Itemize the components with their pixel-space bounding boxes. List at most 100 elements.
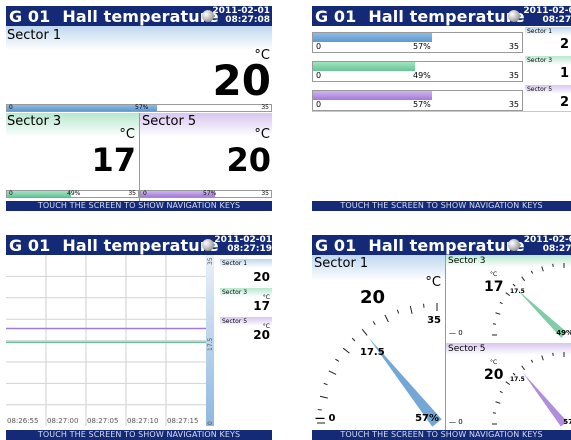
gauge-sector-3[interactable]: Sector 3 °C 17 17.5 — 0 49% bbox=[446, 255, 571, 341]
group-name: Hall temperature bbox=[368, 7, 525, 26]
status-orb-icon bbox=[508, 239, 520, 251]
datetime: 2011-02-01 08:27:19 bbox=[214, 236, 272, 254]
trend-chart[interactable]: 08:26:55 08:27:00 08:27:05 08:27:10 08:27:15 bbox=[6, 255, 220, 427]
gauge-tick bbox=[541, 266, 544, 272]
time-text: 08:27:08 bbox=[225, 15, 270, 25]
divider bbox=[312, 111, 571, 112]
sector-label: Sector 1 bbox=[222, 260, 248, 267]
bar-min: 0 bbox=[316, 100, 322, 109]
bar-max: 35 bbox=[261, 190, 269, 197]
bar-percent: 49% bbox=[413, 71, 431, 80]
level-bar-fill bbox=[313, 62, 416, 71]
bar-max: 35 bbox=[508, 71, 519, 80]
gauge-tick bbox=[530, 270, 534, 274]
bar-max: 35 bbox=[508, 100, 519, 109]
unit-label: °C bbox=[490, 359, 498, 366]
sector-mini-card[interactable]: Sector 3 1 bbox=[525, 56, 571, 82]
gauge-tick bbox=[541, 355, 544, 361]
group-id: G 01 bbox=[315, 7, 357, 26]
gauge-screen[interactable]: G 01 Hall temperature 2011-02-0 08:27: Se… bbox=[312, 235, 571, 440]
sector-mini-card[interactable]: Sector 1 2 bbox=[525, 27, 571, 53]
gauge-tick bbox=[351, 337, 356, 342]
sector-tile-1[interactable]: Sector 1 °C 20 bbox=[6, 26, 272, 112]
time-axis-label: 08:27:10 bbox=[127, 417, 158, 425]
time-text: 08:27:19 bbox=[227, 244, 272, 254]
group-title: G 01 Hall temperature bbox=[315, 236, 525, 255]
sector-row[interactable]: 0 49% 35 bbox=[312, 61, 523, 82]
sector-row[interactable]: 0 57% 35 bbox=[312, 32, 523, 53]
unit-label: °C bbox=[425, 275, 441, 290]
touch-hint-footer[interactable]: TOUCH THE SCREEN TO SHOW NAVIGATION KEYS bbox=[312, 430, 571, 440]
bar-max: 35 bbox=[261, 104, 269, 111]
unit-label: °C bbox=[119, 127, 135, 142]
gauge-min-label: — 0 bbox=[449, 418, 463, 426]
temperature-value: 17 bbox=[91, 141, 136, 179]
datetime: 2011-02-01 08:27:08 bbox=[212, 7, 270, 25]
gauge-percent: 57 bbox=[563, 418, 571, 426]
touch-hint-footer[interactable]: TOUCH THE SCREEN TO SHOW NAVIGATION KEYS bbox=[6, 430, 272, 440]
group-name: Hall temperature bbox=[62, 7, 219, 26]
gauge-min-label: — 0 bbox=[315, 413, 336, 424]
header-bar: G 01 Hall temperature 2011-02-0 08:27: bbox=[312, 235, 571, 255]
gauge-tick bbox=[361, 328, 368, 336]
unit-label: °C bbox=[254, 127, 270, 142]
sector-label: Sector 3 bbox=[7, 114, 62, 129]
gauge-mid-label: 17.5 bbox=[360, 347, 385, 358]
gauge-sector-1[interactable]: Sector 1 °C 20 35 17.5 — 0 57% bbox=[312, 255, 445, 430]
sector-label: Sector 5 bbox=[222, 318, 248, 325]
bar-percent: 49% bbox=[67, 190, 81, 197]
gauge-mid-label: 17.5 bbox=[510, 288, 525, 295]
gauge-tick bbox=[521, 276, 526, 282]
gauge-tick bbox=[495, 312, 501, 315]
sector-label: Sector 5 bbox=[142, 114, 197, 129]
sector-row[interactable]: 0 57% 35 bbox=[312, 90, 523, 111]
time-axis-label: 08:27:00 bbox=[47, 417, 78, 425]
status-orb-icon bbox=[508, 10, 520, 22]
sector-mini-card[interactable]: Sector 5 2 bbox=[525, 85, 571, 111]
temperature-value: 20 bbox=[212, 56, 271, 105]
gauge-mid-label: 17.5 bbox=[510, 376, 525, 383]
bar-percent: 57% bbox=[413, 100, 431, 109]
group-name: Hall temperature bbox=[62, 236, 219, 255]
level-bar: 0 57% 35 bbox=[140, 190, 272, 198]
temperature-value: 17 bbox=[253, 299, 270, 313]
gauge-min-value: 0 bbox=[458, 418, 463, 426]
bar-list-screen[interactable]: G 01Hall temperature 2011-02-01 08:27:1 … bbox=[312, 6, 571, 211]
temperature-value: 20 bbox=[253, 328, 270, 342]
gauge-tick bbox=[323, 382, 328, 386]
level-bar-fill bbox=[313, 91, 433, 100]
time-axis-label: 08:27:15 bbox=[167, 417, 198, 425]
bar-min: 0 bbox=[143, 190, 147, 197]
group-title: G 01 Hall temperature bbox=[9, 7, 219, 26]
gauge-percent: 57% bbox=[415, 413, 439, 424]
group-title: G 01 Hall temperature bbox=[9, 236, 219, 255]
sector-label: Sector 5 bbox=[527, 86, 553, 93]
tile-view-screen[interactable]: G 01 Hall temperature 2011-02-01 08:27:08… bbox=[6, 6, 272, 211]
sector-side-card[interactable]: Sector 3 °C 17 bbox=[220, 288, 272, 318]
touch-hint-footer[interactable]: TOUCH THE SCREEN TO SHOW NAVIGATION KEYS bbox=[312, 201, 571, 211]
level-bar-fill bbox=[7, 191, 72, 197]
bar-min: 0 bbox=[9, 104, 13, 111]
touch-hint-footer[interactable]: TOUCH THE SCREEN TO SHOW NAVIGATION KEYS bbox=[6, 201, 272, 211]
trend-screen[interactable]: G 01 Hall temperature 2011-02-01 08:27:19… bbox=[6, 235, 272, 440]
gauge-max-label: 35 bbox=[427, 315, 441, 326]
gauge-tick bbox=[512, 283, 516, 287]
axis-mid-label: 17.5 bbox=[207, 337, 214, 351]
level-bar: 0 49% 35 bbox=[6, 190, 139, 198]
group-name: Hall temperature bbox=[368, 236, 525, 255]
time-text: 08:27:1 bbox=[542, 15, 571, 25]
gauge-tick bbox=[530, 359, 534, 363]
sector-side-card[interactable]: Sector 5 °C 20 bbox=[220, 317, 272, 347]
gauge-sector-5[interactable]: Sector 5 °C 20 17.5 — 0 57 bbox=[446, 343, 571, 430]
sector-tile-5[interactable]: Sector 5 °C 20 bbox=[140, 113, 272, 189]
sector-label: Sector 1 bbox=[7, 28, 62, 43]
bar-min: 0 bbox=[9, 190, 13, 197]
gauge-percent: 49% bbox=[556, 329, 571, 337]
sector-tile-3[interactable]: Sector 3 °C 17 bbox=[6, 113, 139, 189]
sector-side-card[interactable]: Sector 1 20 bbox=[220, 259, 272, 289]
gauge-min-value: 0 bbox=[458, 329, 463, 337]
sector-label: Sector 3 bbox=[527, 57, 553, 64]
time-text: 08:27: bbox=[542, 244, 571, 254]
gauge-tick bbox=[499, 390, 503, 394]
group-title: G 01 Hall temperature bbox=[315, 7, 525, 26]
